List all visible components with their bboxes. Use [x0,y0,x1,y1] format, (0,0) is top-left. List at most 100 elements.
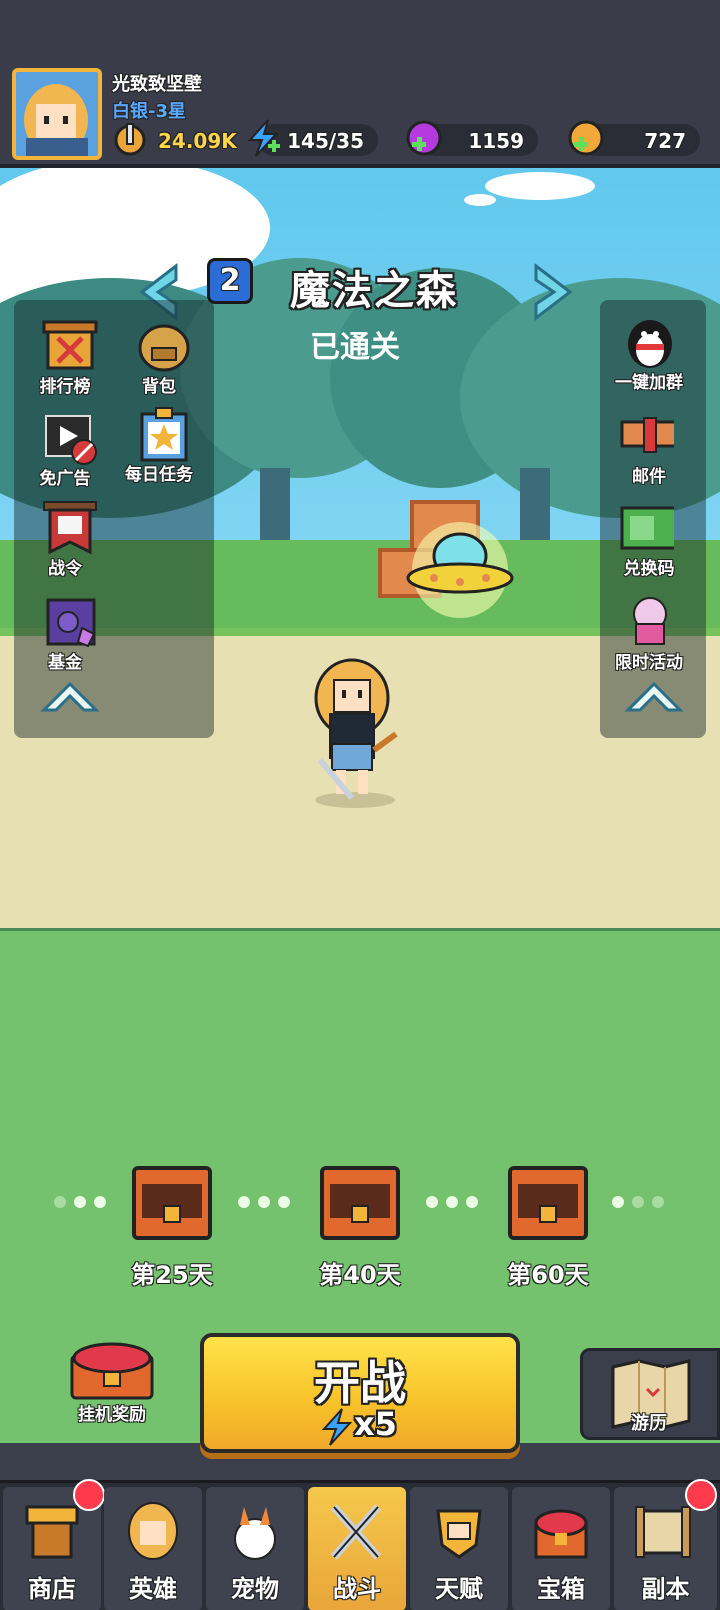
leaderboard-button[interactable]: 排行榜 [20,318,110,406]
limited-event-label: 限时活动 [615,653,683,673]
no-ads-video-icon [45,415,97,465]
tab-label: 副本 [641,1575,690,1603]
notification-badge [685,1479,717,1511]
tab-label: 商店 [28,1575,76,1603]
stage-name: 魔法之森 [290,268,458,314]
collapse-right-menu-icon[interactable] [624,680,684,720]
reward-day-label: 第40天 [319,1261,401,1289]
progress-dot [238,1196,250,1208]
player-avatar[interactable] [12,68,102,160]
redeem-code-button[interactable]: 兑换码 [608,500,698,588]
backpack-icon [138,324,190,372]
shop-stall-icon [25,1505,79,1559]
power-stat: 24.09K [114,123,237,156]
travel-button[interactable]: 游历 [580,1348,720,1440]
mail-button[interactable]: 邮件 [608,408,698,496]
crossed-swords-icon [330,1504,382,1560]
tab-talent[interactable]: 天赋 [410,1487,508,1610]
tab-pets[interactable]: 宠物 [206,1487,304,1610]
status-bar: 光致致坚壁 白银-3星 24.09K 145/35 1159 727 [0,0,720,168]
gem-stat[interactable]: 1159 [406,120,538,156]
progress-dot [426,1196,438,1208]
notification-badge [73,1479,105,1511]
tab-chest[interactable]: 宝箱 [512,1487,610,1610]
fist-shield-icon [436,1509,482,1559]
fund-button[interactable]: 基金 [20,594,110,682]
stage-status: 已通关 [310,330,400,365]
hero-icon [128,1502,178,1560]
progress-dot [652,1196,664,1208]
tab-label: 战斗 [333,1575,381,1603]
tab-dungeon[interactable]: 副本 [614,1479,717,1610]
pet-icon [234,1507,276,1560]
reward-day-label: 第25天 [131,1261,213,1289]
reward-chest-icon[interactable] [318,1162,402,1242]
progress-dot [446,1196,458,1208]
hero-character [314,658,398,808]
mail-scroll-icon [620,417,674,453]
start-battle-button[interactable]: 开战 x5 [200,1333,520,1453]
limited-event-button[interactable]: 限时活动 [608,594,698,682]
energy-value: 145/35 [287,129,364,153]
tab-label: 天赋 [435,1575,483,1603]
treasure-chest-icon [534,1509,588,1559]
daily-tasks-label: 每日任务 [125,465,193,485]
leaderboard-icon [42,320,98,370]
tab-label: 宝箱 [537,1575,585,1603]
reward-chest-icon[interactable] [130,1162,214,1242]
next-stage-arrow-icon[interactable] [528,262,576,322]
energy-stat[interactable]: 145/35 [247,119,378,157]
progress-dot [278,1196,290,1208]
idle-reward-chest-icon [70,1342,154,1400]
fund-safe-icon [46,598,96,648]
energy-icon [247,119,280,157]
ufo-reward-icon[interactable] [400,520,520,620]
scroll-map-icon [635,1506,691,1558]
reward-day-label: 第60天 [507,1261,589,1289]
tab-label: 宠物 [231,1575,279,1603]
tab-label: 英雄 [129,1575,177,1603]
progress-dot [258,1196,270,1208]
battle-pass-banner-icon [43,501,97,555]
gold-value: 727 [644,129,686,153]
progress-dot [612,1196,624,1208]
join-group-label: 一键加群 [615,373,683,393]
no-ads-button[interactable]: 免广告 [20,410,110,498]
bottom-navigation: 商店 英雄 宠物 战斗 天赋 宝箱 副本 [0,1479,720,1610]
collapse-left-menu-icon[interactable] [40,680,100,720]
reward-chest-icon[interactable] [506,1162,590,1242]
gold-plus-icon [568,120,604,156]
idle-reward-label: 挂机奖励 [78,1405,146,1425]
energy-cost: x5 [354,1405,397,1443]
backpack-label: 背包 [142,377,176,397]
join-group-button[interactable]: 一键加群 [608,314,698,402]
battle-pass-button[interactable]: 战令 [20,500,110,588]
progress-dot [74,1196,86,1208]
fund-label: 基金 [48,653,82,673]
backpack-button[interactable]: 背包 [114,318,204,406]
idle-reward-button[interactable]: 挂机奖励 [62,1338,162,1430]
power-value: 24.09K [158,129,237,153]
tab-heroes[interactable]: 英雄 [104,1487,202,1610]
travel-label: 游历 [631,1413,667,1434]
battle-pass-label: 战令 [48,559,82,579]
tab-shop[interactable]: 商店 [3,1479,105,1610]
gacha-machine-icon [633,597,667,645]
stage-number: 2 [207,258,253,304]
daily-tasks-clipboard-icon [140,407,188,462]
daily-tasks-button[interactable]: 每日任务 [114,406,204,494]
tab-battle[interactable]: 战斗 [308,1487,406,1610]
gem-value: 1159 [468,129,524,153]
energy-cost-icon [321,1408,352,1446]
progress-dot [466,1196,478,1208]
power-icon [114,123,146,156]
redeem-code-label: 兑换码 [623,559,675,579]
progress-dot [94,1196,106,1208]
progress-dot [632,1196,644,1208]
progress-dot [54,1196,66,1208]
gold-stat[interactable]: 727 [568,120,700,156]
mail-label: 邮件 [632,467,666,487]
ticket-icon [620,506,674,550]
player-name: 光致致坚壁 [112,74,202,95]
start-battle-label: 开战 [314,1356,406,1410]
